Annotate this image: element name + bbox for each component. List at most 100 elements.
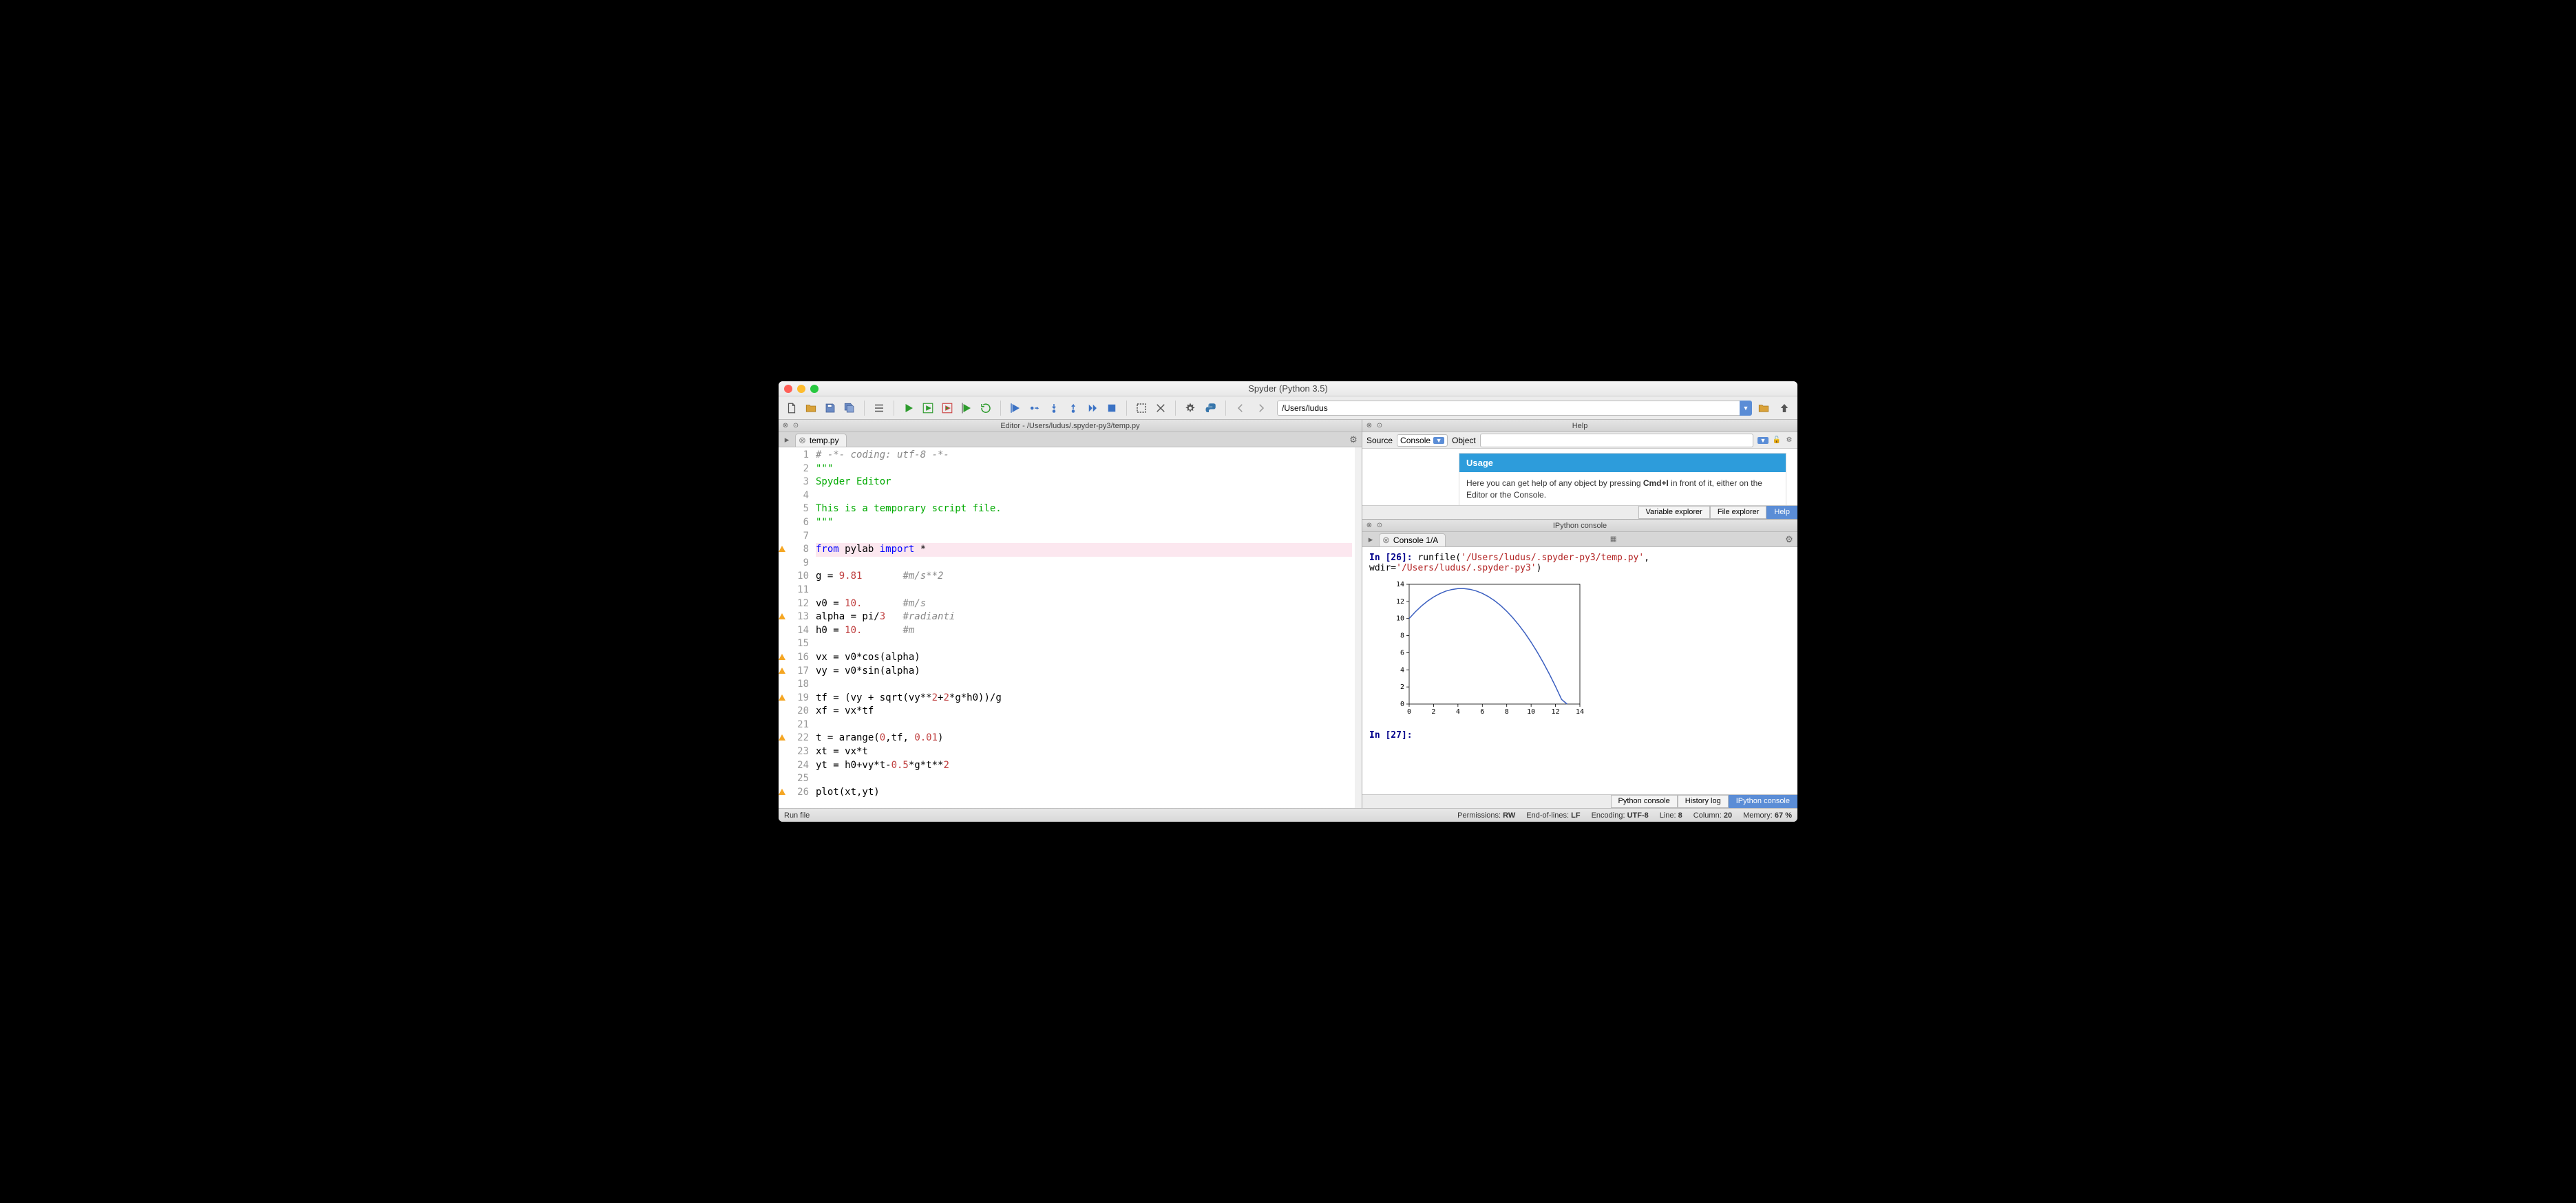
run-cell-button[interactable]: [919, 399, 937, 417]
help-pane: ⊗ ⊙ Help Source Console▼ Object ▼ 🔓 ⚙: [1362, 420, 1797, 520]
console-tab-history-log[interactable]: History log: [1678, 795, 1729, 808]
ipython-console[interactable]: In [26]: runfile('/Users/ludus/.spyder-p…: [1362, 547, 1797, 794]
debug-button[interactable]: [1006, 399, 1024, 417]
ipy-tablist-icon[interactable]: ▸: [1362, 532, 1379, 546]
code-editor[interactable]: 1234567891011121314151617181920212223242…: [779, 447, 1362, 808]
svg-text:10: 10: [1527, 708, 1535, 716]
working-directory-dropdown[interactable]: ▼: [1740, 401, 1752, 416]
save-button[interactable]: [821, 399, 839, 417]
preferences-button[interactable]: [1181, 399, 1199, 417]
titlebar: Spyder (Python 3.5): [779, 381, 1797, 396]
ipy-header-title: IPython console: [1362, 522, 1797, 530]
back-button[interactable]: [1232, 399, 1249, 417]
svg-text:14: 14: [1576, 708, 1584, 716]
svg-text:4: 4: [1400, 666, 1404, 674]
close-window-button[interactable]: [784, 385, 792, 393]
console-tab-ipython-console[interactable]: IPython console: [1729, 795, 1797, 808]
console-tab-label: Console 1/A: [1393, 535, 1438, 545]
help-tab-help[interactable]: Help: [1766, 506, 1797, 519]
help-object-label: Object: [1452, 436, 1476, 445]
editor-pane: ⊗ ⊙ Editor - /Users/ludus/.spyder-py3/te…: [779, 420, 1362, 808]
status-column: Column: 20: [1693, 811, 1732, 820]
status-left: Run file: [784, 811, 1446, 820]
svg-text:2: 2: [1431, 708, 1435, 716]
forward-button[interactable]: [1252, 399, 1270, 417]
minimize-window-button[interactable]: [797, 385, 805, 393]
help-content: Usage Here you can get help of any objec…: [1362, 449, 1797, 505]
ipy-options-icon[interactable]: ⚙: [1781, 532, 1797, 546]
help-tabs: Variable explorerFile explorerHelp: [1362, 505, 1797, 519]
working-directory-input[interactable]: [1277, 401, 1749, 416]
run-button[interactable]: [900, 399, 918, 417]
python-path-button[interactable]: [1202, 399, 1220, 417]
open-file-button[interactable]: [802, 399, 820, 417]
browse-dir-button[interactable]: [1755, 399, 1773, 417]
debug-step-out-button[interactable]: [1064, 399, 1082, 417]
ipy-close-icon[interactable]: ⊗: [1365, 522, 1373, 530]
file-tab-temp[interactable]: ⊗ temp.py: [795, 434, 847, 447]
ipy-pause-icon[interactable]: ▦: [1609, 535, 1618, 544]
maximize-window-button[interactable]: [810, 385, 819, 393]
editor-scrollbar[interactable]: [1355, 447, 1362, 808]
app-title: Spyder (Python 3.5): [779, 383, 1797, 394]
save-all-button[interactable]: [841, 399, 858, 417]
help-source-label: Source: [1366, 436, 1393, 445]
rerun-button[interactable]: [977, 399, 995, 417]
debug-stop-button[interactable]: [1103, 399, 1121, 417]
usage-text: Here you can get help of any object by p…: [1459, 472, 1786, 505]
close-tab-icon[interactable]: ⊗: [799, 435, 806, 446]
usage-title: Usage: [1459, 454, 1786, 472]
file-list-icon[interactable]: ▸: [779, 432, 795, 447]
status-memory: Memory: 67 %: [1743, 811, 1792, 820]
app-window: Spyder (Python 3.5): [779, 381, 1797, 822]
run-cell-advance-button[interactable]: [938, 399, 956, 417]
svg-text:0: 0: [1407, 708, 1411, 716]
run-selection-button[interactable]: [958, 399, 975, 417]
status-permissions: Permissions: RW: [1457, 811, 1515, 820]
help-tab-variable-explorer[interactable]: Variable explorer: [1638, 506, 1710, 519]
help-object-input[interactable]: [1480, 434, 1753, 447]
console-tab-python-console[interactable]: Python console: [1611, 795, 1678, 808]
undock-pane-icon[interactable]: ⊙: [792, 422, 800, 430]
debug-step-button[interactable]: [1026, 399, 1044, 417]
close-pane-icon[interactable]: ⊗: [781, 422, 790, 430]
ipy-undock-icon[interactable]: ⊙: [1375, 522, 1384, 530]
console-tab[interactable]: ⊗ Console 1/A: [1379, 533, 1446, 546]
main-toolbar: ▼: [779, 396, 1797, 420]
svg-text:12: 12: [1396, 598, 1404, 606]
help-options-icon[interactable]: ⚙: [1785, 436, 1793, 445]
editor-options-icon[interactable]: ⚙: [1345, 432, 1362, 447]
help-object-dropdown[interactable]: ▼: [1757, 437, 1769, 444]
new-file-button[interactable]: [783, 399, 801, 417]
console-bottom-tabs: Python consoleHistory logIPython console: [1362, 794, 1797, 808]
restart-kernel-button[interactable]: [1152, 399, 1170, 417]
editor-header-title: Editor - /Users/ludus/.spyder-py3/temp.p…: [779, 422, 1362, 430]
svg-text:0: 0: [1400, 701, 1404, 708]
svg-text:2: 2: [1400, 683, 1404, 691]
debug-step-into-button[interactable]: [1045, 399, 1063, 417]
svg-text:4: 4: [1456, 708, 1460, 716]
status-eol: End-of-lines: LF: [1526, 811, 1580, 820]
svg-text:8: 8: [1400, 632, 1404, 640]
parent-dir-button[interactable]: [1775, 399, 1793, 417]
status-line: Line: 8: [1660, 811, 1682, 820]
help-tab-file-explorer[interactable]: File explorer: [1710, 506, 1767, 519]
svg-text:14: 14: [1396, 581, 1404, 588]
ipython-pane: ⊗ ⊙ IPython console ▸ ⊗ Console 1/A ▦ ⚙: [1362, 520, 1797, 808]
help-header-title: Help: [1362, 422, 1797, 430]
svg-text:8: 8: [1505, 708, 1509, 716]
interrupt-kernel-button[interactable]: [1132, 399, 1150, 417]
debug-continue-button[interactable]: [1084, 399, 1101, 417]
close-console-icon[interactable]: ⊗: [1382, 535, 1390, 546]
help-close-icon[interactable]: ⊗: [1365, 422, 1373, 430]
status-encoding: Encoding: UTF-8: [1592, 811, 1649, 820]
ipy-in-27-prompt: In [27]:: [1369, 730, 1413, 741]
trajectory-chart: 0246810121402468101214: [1386, 580, 1585, 718]
outline-button[interactable]: [870, 399, 888, 417]
help-source-select[interactable]: Console▼: [1397, 434, 1448, 447]
help-lock-icon[interactable]: 🔓: [1773, 436, 1781, 445]
help-undock-icon[interactable]: ⊙: [1375, 422, 1384, 430]
file-tab-label: temp.py: [810, 436, 839, 445]
plot-output: 0246810121402468101214: [1386, 580, 1791, 721]
svg-text:12: 12: [1552, 708, 1560, 716]
